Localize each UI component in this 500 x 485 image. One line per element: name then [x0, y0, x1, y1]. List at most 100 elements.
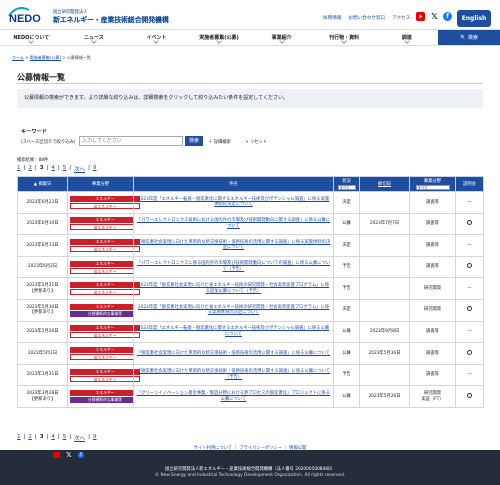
- title-link[interactable]: 2023年度「エネルギー転換・脱炭素化に関するエネルギー技術及びポテンシャル調査…: [138, 197, 329, 208]
- cell-category: エネルギー 省エネルギー: [67, 342, 140, 365]
- session-yes-icon: [467, 392, 472, 398]
- table-row: 2023年6月2日 エネルギー 省エネルギー 「パワーエレクトロニクスに係る国内外の市…: [17, 255, 484, 279]
- pager-item[interactable]: 9: [93, 165, 97, 173]
- cell-title: 「パワーエレクトロニクス技術における国内外の市場及び技術開発動向に関する調査」に…: [133, 212, 334, 236]
- pager-item[interactable]: 1: [17, 434, 21, 442]
- nav-events[interactable]: イベント: [125, 30, 188, 45]
- nav-procurement[interactable]: 調達: [375, 30, 438, 45]
- pager-item[interactable]: 4: [51, 165, 55, 173]
- table-row: 2023年6月13日 エネルギー 省エネルギー 「脱炭素社会実現に向けた革新的な熱交換…: [17, 234, 484, 257]
- nav-news[interactable]: ニュース: [63, 30, 126, 45]
- category-badge: エネルギー: [70, 368, 140, 375]
- th-type-label: 募集分野: [423, 179, 442, 184]
- cell-deadline: [359, 277, 410, 300]
- pager-separator: |: [46, 434, 49, 440]
- footer-x-icon[interactable]: 𝕏: [66, 452, 73, 459]
- table-row: 2023年5月1日 エネルギー 省エネルギー 「脱炭素社会実現に向けた革新的な熱交換技…: [17, 342, 484, 365]
- cell-title: 2023年度「エネルギー転換・脱炭素化に関するエネルギー技術及びポテンシャル調査…: [133, 191, 334, 214]
- pager-item: 3: [39, 165, 44, 171]
- cell-type: 研究開発: [409, 277, 456, 300]
- cell-session: —: [455, 234, 484, 257]
- cell-session: [455, 342, 484, 365]
- cell-category: エネルギー 分野横断的な事業等: [67, 385, 140, 408]
- search-button[interactable]: 検索: [185, 136, 203, 146]
- nav-projects[interactable]: 事業紹介: [250, 30, 313, 45]
- pager-item[interactable]: 次へ: [74, 434, 85, 442]
- cell-title: 「グリーンイノベーション基金事業／製造分野における熱プロセスの脱炭素化」プロジェ…: [133, 385, 334, 408]
- table-row: 2023年6月22日 エネルギー 省エネルギー 2023年度「エネルギー転換・脱炭素化…: [17, 191, 484, 214]
- util-link-contact[interactable]: お問い合わせ窓口: [348, 15, 385, 21]
- category-badge: エネルギー: [70, 195, 140, 202]
- util-link-careers[interactable]: 採用情報: [323, 15, 341, 21]
- breadcrumb-calls[interactable]: 実施者募集(公募): [30, 55, 61, 60]
- table-row: 2023年3月28日 【更新あり】 エネルギー 分野横断的な事業等 「グリーンイノベー…: [17, 385, 484, 408]
- cell-session: —: [455, 320, 484, 344]
- cell-type: 調査等: [409, 363, 456, 387]
- english-button[interactable]: English: [457, 10, 491, 27]
- session-yes-icon: [467, 349, 472, 355]
- pager-item[interactable]: 9: [93, 434, 97, 442]
- cell-deadline: [359, 234, 410, 257]
- cell-status: 決定: [333, 191, 360, 214]
- title-link[interactable]: 「パワーエレクトロニクス技術における国内外の市場及び技術開発動向に関する調査」に…: [137, 218, 330, 229]
- youtube-icon[interactable]: [416, 12, 425, 21]
- table-header-row: ▲ 掲載日 事業分野 件名 状況 すべて 締切日 募集分野 すべて 説明会: [17, 176, 484, 192]
- pager-separator: |: [88, 165, 90, 171]
- cell-deadline: 2023年7月7日: [359, 212, 410, 236]
- cell-type: 調査等: [409, 191, 456, 214]
- cell-session: [455, 255, 484, 279]
- pager-item[interactable]: 2: [28, 165, 32, 173]
- cell-date: 2023年5月1日: [17, 342, 68, 365]
- cell-status: 予告: [333, 255, 360, 279]
- cell-title: 2023年度「エネルギー転換・脱炭素化に関するエネルギー技術及びポテンシャル調査…: [133, 320, 334, 344]
- nav-calls[interactable]: 実施者募集(公募): [188, 30, 251, 45]
- th-status: 状況 すべて: [333, 176, 360, 192]
- status-filter-select[interactable]: すべて: [337, 185, 356, 190]
- pager-item[interactable]: 5: [63, 434, 67, 442]
- pager-item[interactable]: 2: [28, 434, 32, 442]
- title-link[interactable]: 2023年度「脱炭素社会実現に向けた省エネルギー技術の研究開発・社会実装促進プロ…: [138, 283, 329, 294]
- title-link[interactable]: 2023年度「エネルギー転換・脱炭素化に関するエネルギー技術及びポテンシャル調査…: [138, 326, 329, 337]
- nav-about[interactable]: NEDOについて: [0, 30, 63, 45]
- cell-type: 調査等: [409, 212, 456, 236]
- util-link-access[interactable]: アクセス: [392, 15, 410, 21]
- cell-date: 2023年6月22日: [17, 191, 68, 214]
- footer-facebook-icon[interactable]: f: [78, 452, 84, 458]
- session-yes-icon: [467, 306, 472, 312]
- title-link[interactable]: 2023年度「脱炭素社会実現に向けた省エネルギー技術の研究開発・社会実装促進プロ…: [138, 305, 329, 316]
- nedo-logo[interactable]: NEDO: [7, 6, 45, 24]
- cell-session: —: [455, 277, 484, 300]
- reset-link[interactable]: × リセット: [245, 139, 267, 145]
- results-count: 検索結果：88件: [17, 158, 49, 163]
- pager-item[interactable]: 5: [63, 165, 67, 173]
- th-deadline-label: 締切日: [378, 182, 391, 187]
- nav-publications[interactable]: 刊行物・資料: [313, 30, 376, 45]
- pager-item[interactable]: 次へ: [74, 165, 85, 173]
- detail-search-link[interactable]: ＋ 詳細検索: [208, 139, 231, 145]
- facebook-icon[interactable]: f: [443, 12, 452, 21]
- pager-item[interactable]: 4: [51, 434, 55, 442]
- cell-deadline: [359, 191, 410, 214]
- cell-deadline: 2023年5月26日: [359, 385, 410, 408]
- keyword-input[interactable]: [79, 136, 183, 146]
- title-link[interactable]: 「脱炭素社会実現に向けた革新的な熱交換技術・低熱技術の活用に関する調査」に係る実…: [137, 240, 330, 251]
- nav-search-button[interactable]: 🔍 検索: [438, 30, 500, 45]
- cell-session: —: [455, 363, 484, 387]
- footer-youtube-icon[interactable]: [53, 452, 60, 458]
- breadcrumb-home[interactable]: ホーム: [12, 55, 24, 60]
- cell-deadline: 2023年6月8日: [359, 320, 410, 344]
- title-link[interactable]: 「脱炭素社会実現に向けた革新的な熱交換技術・低熱技術の活用に関する調査」に係る公…: [137, 351, 330, 356]
- pager-item[interactable]: 1: [17, 165, 21, 173]
- cell-category: エネルギー 省エネルギー: [67, 234, 140, 257]
- th-deadline[interactable]: 締切日: [359, 176, 410, 192]
- title-link[interactable]: 「脱炭素社会実現に向けた革新的な熱交換技術・低熱技術の活用に関する調査」に係る公…: [137, 369, 330, 380]
- title-link[interactable]: 「パワーエレクトロニクスに係る国内外の市場及び技術開発動向についての調査」に係る…: [137, 261, 330, 272]
- pager-separator: |: [69, 434, 72, 440]
- category-badge: 省エネルギー: [70, 353, 140, 360]
- type-filter-select[interactable]: すべて: [415, 185, 450, 190]
- cell-type: 研究開発 実証（FT）: [409, 385, 456, 408]
- th-date[interactable]: ▲ 掲載日: [17, 176, 68, 192]
- session-yes-icon: [467, 263, 472, 269]
- x-icon[interactable]: 𝕏: [430, 12, 439, 21]
- title-link[interactable]: 「グリーンイノベーション基金事業／製造分野における熱プロセスの脱炭素化」プロジェ…: [137, 391, 330, 402]
